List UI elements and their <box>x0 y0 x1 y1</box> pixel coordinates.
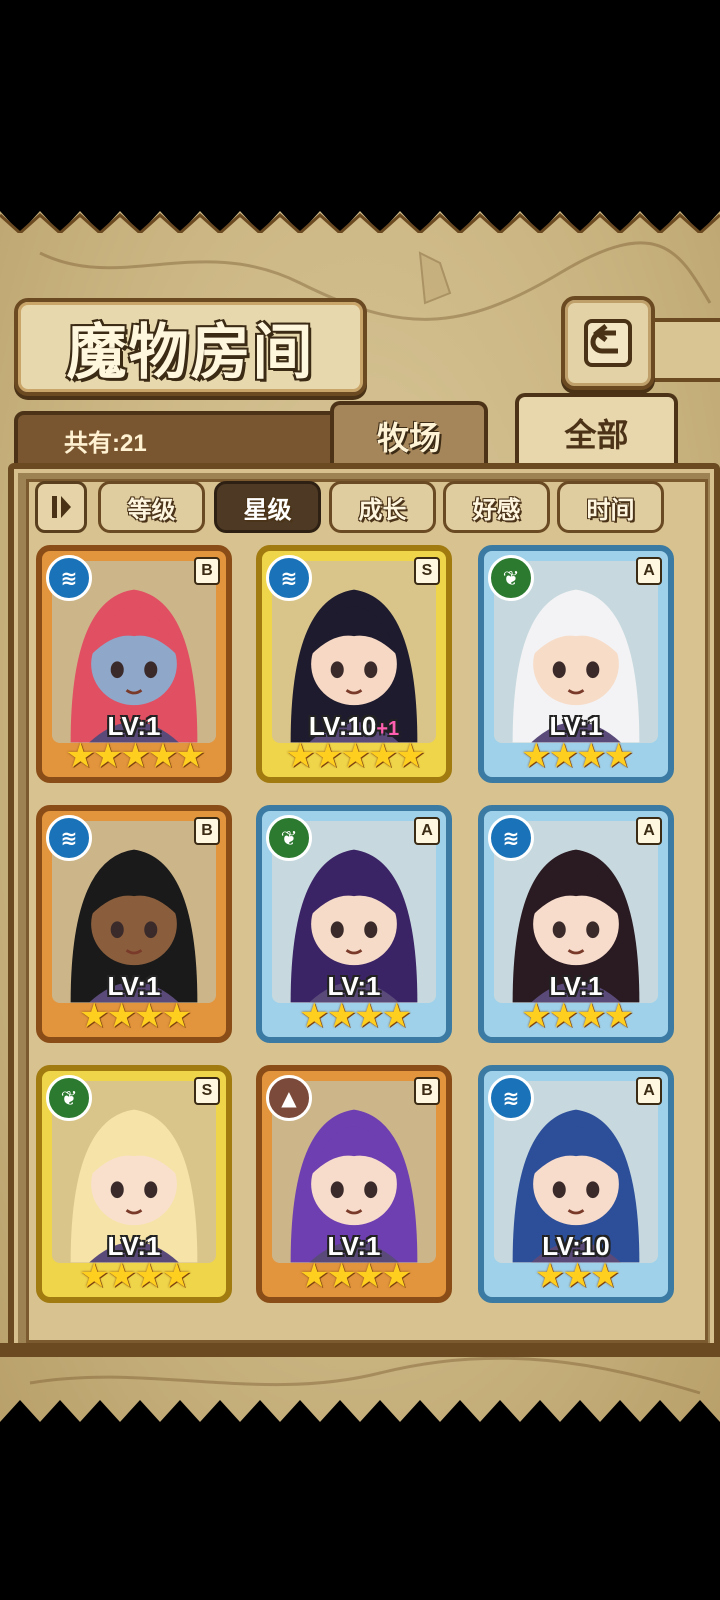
star-rating: ★★★★ <box>521 996 634 1036</box>
rank-badge: B <box>414 1077 440 1105</box>
rank-badge: B <box>194 817 220 845</box>
water-wave-icon: ≋ <box>488 815 534 861</box>
monster-card[interactable]: ▲ B LV:1 ★★★★ <box>256 1065 452 1303</box>
sort-by-affection[interactable]: 好感 <box>443 481 550 533</box>
star-rating: ★★★★ <box>521 736 634 776</box>
leaf-icon: ❦ <box>46 1075 92 1121</box>
sort-by-stars[interactable]: 星级 <box>214 481 321 533</box>
rank-badge: B <box>194 557 220 585</box>
torn-edge-top <box>0 193 720 233</box>
monster-card[interactable]: ❦ S LV:1 ★★★★ <box>36 1065 232 1303</box>
rank-badge: S <box>414 557 440 585</box>
star-rating: ★★★★ <box>79 996 192 1036</box>
page-title: 魔物房间 <box>66 317 315 388</box>
leaf-icon: ❦ <box>488 555 534 601</box>
monster-card[interactable]: ❦ A LV:1 ★★★★ <box>256 805 452 1043</box>
sort-by-growth[interactable]: 成长 <box>329 481 436 533</box>
title-plate: 魔物房间 <box>14 298 367 396</box>
return-arrow-icon <box>584 319 632 367</box>
water-wave-icon: ≋ <box>488 1075 534 1121</box>
monster-card[interactable]: ≋ S LV:10+1 ★★★★★ <box>256 545 452 783</box>
torn-edge-bottom <box>0 1400 720 1440</box>
rank-badge: A <box>636 1077 662 1105</box>
rank-badge: A <box>636 557 662 585</box>
water-wave-icon: ≋ <box>46 815 92 861</box>
tab-ranch[interactable]: 牧场 <box>330 401 488 467</box>
tab-all[interactable]: 全部 <box>515 393 678 469</box>
sort-order-button[interactable] <box>35 481 87 533</box>
monster-card[interactable]: ≋ B LV:1 ★★★★★ <box>36 545 232 783</box>
monster-card[interactable]: ≋ A LV:10 ★★★ <box>478 1065 674 1303</box>
star-rating: ★★★★ <box>79 1256 192 1296</box>
leaf-icon: ❦ <box>266 815 312 861</box>
sort-order-icon <box>52 496 71 518</box>
star-rating: ★★★★ <box>299 996 412 1036</box>
water-wave-icon: ≋ <box>46 555 92 601</box>
sort-by-level[interactable]: 等级 <box>98 481 205 533</box>
monster-card[interactable]: ≋ B LV:1 ★★★★ <box>36 805 232 1043</box>
rank-badge: A <box>636 817 662 845</box>
panel-footer-strip <box>0 1343 720 1357</box>
rank-badge: A <box>414 817 440 845</box>
back-button[interactable] <box>561 296 655 390</box>
game-screen: 魔物房间 共有:21 牧场 全部 等级 星级 成长 好感 时间 ≋ B LV:1 ★★… <box>0 193 720 1440</box>
mountain-icon: ▲ <box>266 1075 312 1121</box>
star-rating: ★★★★★ <box>65 736 205 776</box>
star-rating: ★★★ <box>534 1256 620 1296</box>
monster-count: 共有:21 <box>64 430 147 457</box>
star-rating: ★★★★ <box>299 1256 412 1296</box>
rank-badge: S <box>194 1077 220 1105</box>
sort-by-time[interactable]: 时间 <box>557 481 664 533</box>
monster-card[interactable]: ≋ A LV:1 ★★★★ <box>478 805 674 1043</box>
water-wave-icon: ≋ <box>266 555 312 601</box>
star-rating: ★★★★★ <box>285 736 425 776</box>
monster-card[interactable]: ❦ A LV:1 ★★★★ <box>478 545 674 783</box>
monster-count-bar: 共有:21 <box>14 411 342 471</box>
